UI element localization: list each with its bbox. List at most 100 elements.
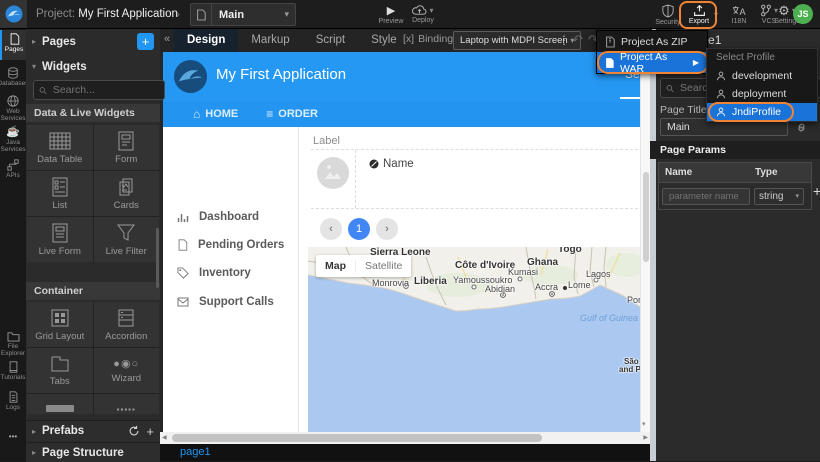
bind-link-icon[interactable] [795, 121, 808, 134]
canvas-vertical-scrollbar[interactable]: ▾ [640, 52, 650, 432]
data-table-icon [48, 131, 72, 151]
page-tab-page1[interactable]: page1 [180, 444, 211, 461]
rail-item-file-explorer[interactable]: File Explorer [0, 328, 26, 358]
tab-script[interactable]: Script [303, 28, 358, 52]
widget-tile-list[interactable]: List [27, 171, 93, 216]
widget-tile-live-filter[interactable]: Live Filter [94, 217, 160, 262]
param-name-input[interactable] [662, 188, 750, 205]
data-live-tiles: Data Table Form List Cards [27, 125, 159, 262]
scroll-down-arrow-icon[interactable]: ▾ [642, 420, 646, 428]
chevron-down-icon: ▾ [32, 62, 36, 71]
map-label-liberia: Liberia [414, 276, 447, 287]
current-page-name: Main [212, 9, 284, 21]
pages-accordion[interactable]: ▸ Pages + [26, 30, 160, 53]
pagination-next-button[interactable]: › [376, 218, 398, 240]
more-options-icon[interactable]: ⋮ [558, 33, 570, 47]
label-widget[interactable]: Label [313, 135, 340, 147]
page-structure-accordion[interactable]: ▸ Page Structure [26, 442, 160, 462]
export-button[interactable]: Export [682, 2, 716, 27]
project-label: Project: [36, 8, 75, 20]
map-label-lome: Lome [568, 280, 591, 290]
rail-item-tutorials[interactable]: Tutorials [0, 358, 26, 384]
rail-item-apis[interactable]: APIs [0, 156, 26, 182]
params-row: string ▾ [659, 183, 811, 209]
map-button[interactable]: Map [316, 260, 355, 272]
menu-item-dashboard[interactable]: Dashboard [177, 211, 259, 223]
rail-item-web-services[interactable]: Web Services [0, 92, 26, 122]
add-page-button[interactable]: + [137, 33, 154, 50]
widgets-accordion[interactable]: ▾ Widgets [26, 55, 160, 78]
pagination-prev-button[interactable]: ‹ [320, 218, 342, 240]
undo-icon[interactable]: ↶ [572, 32, 583, 48]
menu-item-project-as-war[interactable]: Project As WAR ▶ [597, 52, 707, 73]
user-avatar[interactable]: JS [793, 4, 813, 24]
translate-icon: A [732, 5, 747, 17]
widget-tile-partial-left[interactable] [27, 394, 93, 414]
panel-scrollbar-thumb[interactable] [156, 228, 159, 288]
widget-tile-wizard[interactable]: ●◉○ Wizard [94, 348, 160, 393]
refresh-icon[interactable] [128, 425, 140, 437]
canvas-horizontal-scrollbar[interactable]: ◀ ▶ [160, 432, 650, 444]
deploy-button[interactable]: ▾ Deploy [406, 2, 440, 27]
right-panel-scrollbar[interactable] [650, 28, 656, 461]
nav-home[interactable]: ⌂ HOME [193, 107, 238, 121]
widget-tile-data-table[interactable]: Data Table [27, 125, 93, 170]
rail-item-more[interactable]: ••• [0, 430, 26, 446]
rail-item-logs[interactable]: Logs [0, 388, 26, 414]
widget-search[interactable] [33, 80, 165, 100]
widget-tile-tabs[interactable]: Tabs [27, 348, 93, 393]
menu-item-deployment[interactable]: deployment [707, 85, 817, 103]
widget-tile-live-form[interactable]: Live Form [27, 217, 93, 262]
satellite-button[interactable]: Satellite [355, 260, 411, 272]
chevron-down-icon: ▾ [284, 9, 295, 20]
rail-item-java-services[interactable]: ☕ Java Services [0, 124, 26, 154]
menu-item-project-as-zip[interactable]: Project As ZIP [597, 31, 707, 52]
scroll-right-arrow-icon[interactable]: ▶ [643, 434, 648, 441]
widget-tile-accordion[interactable]: Accordion [94, 302, 160, 347]
menu-item-pending-orders[interactable]: Pending Orders [177, 239, 284, 251]
pagination-page-1[interactable]: 1 [348, 218, 370, 240]
widget-tile-partial-right[interactable]: ▪▪▪▪▪ [94, 394, 160, 414]
rail-item-pages[interactable]: Pages [0, 30, 26, 60]
image-placeholder-icon [316, 156, 350, 190]
widget-search-input[interactable] [51, 83, 159, 97]
add-param-button[interactable]: + [813, 183, 820, 199]
column-type: Type [755, 167, 778, 178]
tab-design[interactable]: Design [174, 28, 238, 52]
cloud-upload-icon [412, 5, 427, 16]
menu-item-jndiprofile[interactable]: JndiProfile [707, 103, 817, 121]
hscroll-thumb[interactable] [172, 434, 542, 442]
collapse-left-panel-icon[interactable]: « [164, 33, 170, 45]
app-side-menu: Dashboard Pending Orders Inventory Suppo… [163, 127, 299, 432]
app-nav-bar: ⌂ HOME ≡ ORDER [163, 101, 640, 127]
play-icon: ▶ [387, 4, 395, 17]
profile-submenu: Select Profile development deployment Jn… [706, 48, 818, 122]
map-label-lagos: Lagos [586, 269, 611, 279]
menu-item-inventory[interactable]: Inventory [177, 267, 251, 279]
widget-tile-form[interactable]: Form [94, 125, 160, 170]
param-type-select[interactable]: string ▾ [754, 188, 804, 205]
api-icon [7, 159, 19, 171]
widget-tile-cards[interactable]: Cards [94, 171, 160, 216]
wavemaker-logo[interactable] [0, 0, 27, 28]
name-field[interactable]: Name [369, 158, 414, 170]
tab-style[interactable]: Style [358, 28, 410, 52]
widget-tile-grid-layout[interactable]: Grid Layout [27, 302, 93, 347]
vscroll-thumb[interactable] [643, 172, 649, 262]
list-item-card[interactable]: Name [311, 149, 640, 209]
preview-button[interactable]: ▶ Preview [374, 2, 408, 27]
rail-item-databases[interactable]: Databases [0, 64, 26, 90]
bindings-icon: [x] [403, 33, 414, 45]
security-button[interactable]: Security [651, 2, 685, 27]
add-prefab-button[interactable]: + [146, 424, 154, 439]
prefabs-accordion[interactable]: ▸ Prefabs + [26, 420, 160, 441]
menu-item-support-calls[interactable]: Support Calls [177, 296, 274, 308]
pages-icon [9, 33, 20, 45]
i18n-button[interactable]: A I18N [722, 2, 756, 27]
tab-markup[interactable]: Markup [238, 28, 302, 52]
google-map-widget[interactable]: Map Satellite Sierra Leone Togo Côte d'I… [308, 247, 640, 432]
page-selector-dropdown[interactable]: Main ▾ [190, 3, 296, 26]
scroll-left-arrow-icon[interactable]: ◀ [162, 434, 167, 441]
nav-order[interactable]: ≡ ORDER [266, 107, 318, 121]
menu-item-development[interactable]: development [707, 67, 817, 85]
